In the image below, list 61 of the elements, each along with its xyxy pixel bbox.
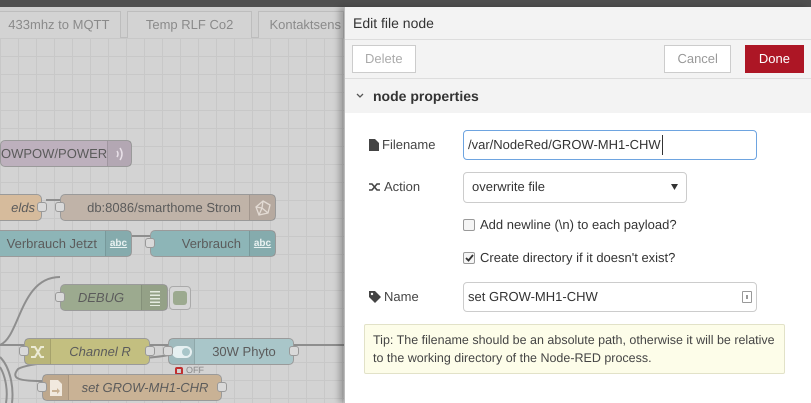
wire: [150, 344, 168, 346]
node-port[interactable]: [217, 382, 227, 392]
flow-node[interactable]: DEBUG: [60, 284, 168, 311]
list-icon: [150, 290, 160, 306]
node-label: set GROW-MH1-CHR: [80, 378, 210, 397]
file-icon: [50, 380, 62, 396]
flow-node[interactable]: db:8086/smarthome Strom: [60, 194, 276, 221]
shuffle-icon: [369, 182, 381, 192]
node-label: Channel R: [68, 342, 132, 361]
node-port[interactable]: [37, 382, 47, 392]
node-port[interactable]: [289, 346, 299, 356]
node-label: db:8086/smarthome Strom: [86, 198, 242, 217]
checkbox[interactable]: [463, 218, 475, 230]
node-label: Verbrauch: [180, 234, 242, 253]
shuffle-icon: [30, 344, 44, 360]
cancel-button[interactable]: Cancel: [664, 45, 731, 73]
chevron-icon[interactable]: [356, 93, 364, 99]
flow-node[interactable]: Verbrauch Jetzt abc: [0, 230, 132, 257]
node-port[interactable]: [145, 238, 155, 248]
flow-node[interactable]: Channel R: [24, 338, 150, 365]
flow-tab[interactable]: Kontaktsens: [258, 11, 344, 38]
node-label: 30W Phyto: [211, 342, 277, 361]
status-text: OFF: [186, 366, 204, 375]
wire: [46, 199, 60, 201]
abc-icon: abc: [110, 236, 128, 251]
field-label: Action: [384, 178, 420, 196]
node-port[interactable]: [55, 292, 65, 302]
tag-icon: [369, 291, 381, 303]
section-header[interactable]: node properties: [373, 86, 479, 106]
wire: [132, 235, 150, 237]
node-label: OWPOW/POWER: [1, 144, 108, 163]
cube-icon: [254, 200, 270, 216]
abc-icon: abc: [254, 236, 272, 251]
checkbox-label: Create directory if it doesn't exist?: [480, 248, 676, 267]
flow-tab[interactable]: Temp RLF Co2: [126, 11, 252, 38]
debug-toggle[interactable]: [169, 286, 191, 310]
flow-node[interactable]: elds: [0, 194, 42, 221]
signal-icon: [116, 146, 124, 162]
node-port[interactable]: [19, 346, 29, 356]
flow-node[interactable]: 30W Phyto: [168, 338, 294, 365]
text-input[interactable]: /var/NodeRed/GROW-MH1-CHW: [463, 130, 757, 160]
field-label: Name: [384, 288, 419, 306]
panel-title: Edit file node: [353, 14, 434, 32]
checkbox-label: Add newline (\n) to each payload?: [480, 216, 677, 234]
tip-text: Tip: The filename should be an absolute path, otherwise it will be relative to the working directory of the Node-RED process.: [364, 324, 785, 374]
flow-node[interactable]: Verbrauch abc: [150, 230, 276, 257]
dropdown-caret-icon: [671, 184, 678, 190]
file-icon: [369, 139, 379, 151]
toggle-icon: [172, 346, 192, 358]
done-button[interactable]: Done: [744, 45, 804, 73]
checkbox[interactable]: [463, 252, 475, 264]
field-label: Filename: [382, 136, 436, 154]
node-label: DEBUG: [76, 288, 126, 307]
flow-tab[interactable]: 433mhz to MQTT: [0, 11, 121, 38]
flow-node[interactable]: OWPOW/POWER: [0, 140, 132, 167]
text-input[interactable]: set GROW-MH1-CHW: [463, 282, 757, 312]
expand-icon[interactable]: [742, 291, 752, 303]
wire: [294, 344, 344, 346]
node-label: Verbrauch Jetzt: [6, 234, 98, 253]
action-dropdown[interactable]: overwrite file: [463, 172, 687, 202]
flow-node[interactable]: set GROW-MH1-CHR: [42, 374, 222, 401]
